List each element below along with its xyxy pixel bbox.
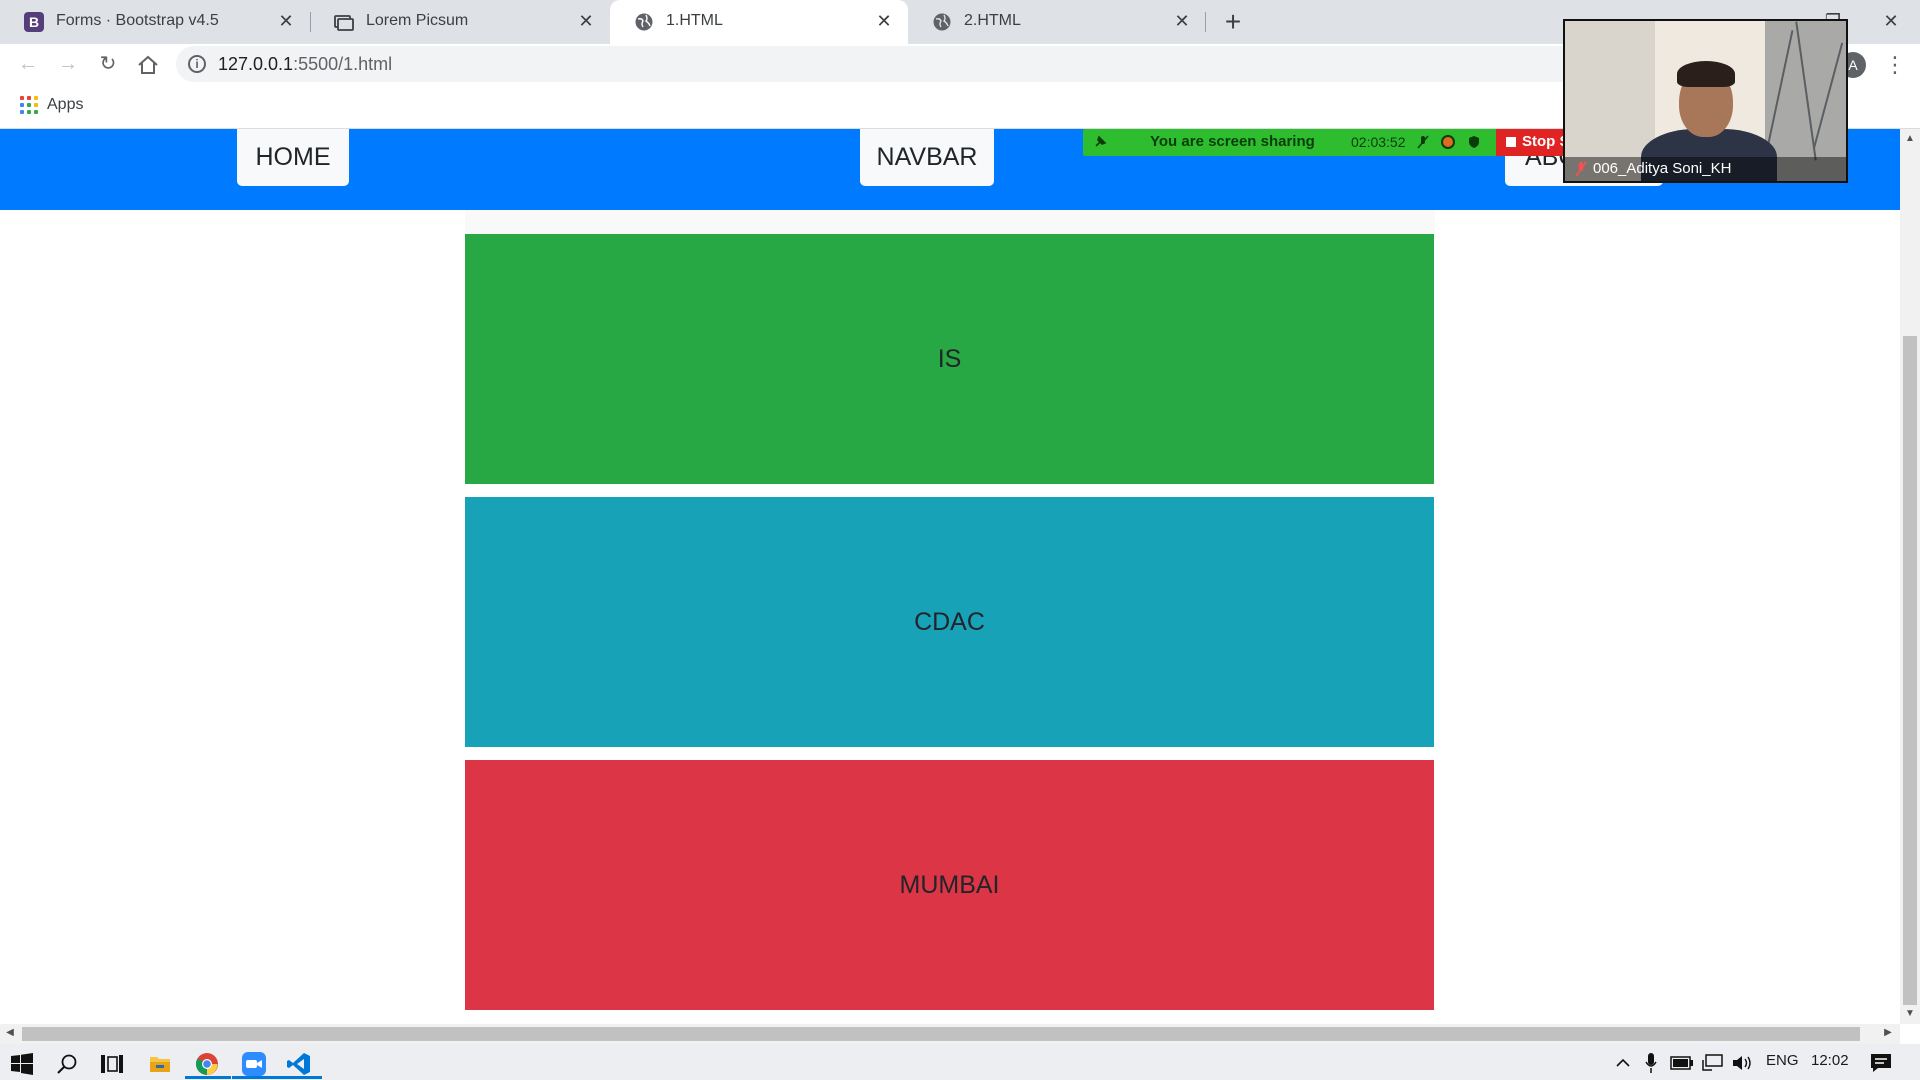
reload-icon[interactable]: ↻ [94,50,122,78]
tab-bootstrap-forms[interactable]: B Forms · Bootstrap v4.5 ✕ [0,0,310,44]
scroll-up-icon[interactable]: ▲ [1900,133,1920,144]
tab-title: Lorem Picsum [366,12,469,29]
tab-lorem-picsum[interactable]: Lorem Picsum ✕ [310,0,610,44]
globe-icon [933,13,951,31]
site-info-icon[interactable]: i [188,55,206,73]
vertical-scroll-thumb[interactable] [1903,336,1917,1005]
chrome-icon[interactable] [195,1052,219,1076]
new-tab-button[interactable]: + [1220,8,1246,36]
battery-icon[interactable] [1670,1056,1694,1070]
notification-icon[interactable] [1870,1053,1892,1073]
close-window-button[interactable]: ✕ [1876,6,1906,36]
block-mumbai: MUMBAI [465,760,1434,1010]
search-icon[interactable] [56,1053,78,1075]
zoom-app-icon[interactable] [242,1052,266,1076]
bookmark-apps[interactable]: Apps [47,96,83,114]
forward-arrow-icon[interactable]: → [54,50,82,78]
close-tab-icon[interactable]: ✕ [576,11,596,31]
record-icon[interactable] [1441,135,1455,149]
scroll-down-icon[interactable]: ▼ [1900,1008,1920,1019]
url-text[interactable]: 127.0.0.1:5500/1.html [218,54,392,75]
back-arrow-icon[interactable]: ← [14,50,42,78]
chevron-up-icon[interactable] [1615,1056,1631,1070]
container-top-strip [465,210,1435,234]
vscode-active-indicator [276,1076,322,1079]
nav-navbar-button[interactable]: NAVBAR [860,129,994,186]
url-host: 127.0.0.1 [218,54,294,74]
vscode-icon[interactable] [287,1052,311,1076]
home-icon[interactable] [137,55,159,75]
url-path: :5500/1.html [293,54,393,74]
picsum-icon [334,15,354,31]
language-indicator[interactable]: ENG [1766,1052,1799,1069]
block-is: IS [465,234,1434,484]
block-cdac: CDAC [465,497,1434,747]
participant-name: 006_Aditya Soni_KH [1593,160,1732,177]
page-viewport: HOME NAVBAR ABC IS CDAC MUMBAI [0,129,1900,1024]
apps-grid-icon[interactable] [20,96,38,114]
tab-1-html[interactable]: 1.HTML ✕ [610,0,908,44]
share-status-text: You are screen sharing [1150,133,1315,150]
taskbar-clock[interactable]: 12:02 [1811,1052,1849,1069]
globe-icon [635,13,653,31]
horizontal-scroll-thumb[interactable] [22,1027,1860,1041]
mic-muted-icon[interactable] [1416,135,1430,149]
shield-icon[interactable] [1467,135,1481,149]
close-tab-icon[interactable]: ✕ [874,11,894,31]
tab-title: Forms · Bootstrap v4.5 [56,12,219,29]
svg-text:B: B [29,14,39,30]
tab-title: 2.HTML [964,12,1021,29]
tab-2-html[interactable]: 2.HTML ✕ [908,0,1206,44]
task-view-icon[interactable] [100,1053,124,1075]
chrome-active-indicator [185,1076,231,1079]
nav-home-button[interactable]: HOME [237,129,349,186]
close-tab-icon[interactable]: ✕ [276,11,296,31]
scroll-right-icon[interactable]: ▶ [1878,1027,1898,1038]
participant-video[interactable] [1563,19,1848,183]
zoom-active-indicator [232,1076,278,1079]
network-icon[interactable] [1702,1054,1724,1072]
file-explorer-icon[interactable] [149,1054,171,1074]
volume-icon[interactable] [1732,1054,1754,1072]
windows-start-icon[interactable] [11,1053,33,1075]
browser-menu-icon[interactable]: ⋮ [1884,52,1906,78]
microphone-icon[interactable] [1644,1052,1658,1074]
close-tab-icon[interactable]: ✕ [1172,11,1192,31]
stop-icon [1506,137,1516,147]
tab-title: 1.HTML [666,12,723,29]
tab-separator [1205,12,1206,32]
participant-mic-muted-icon [1575,161,1587,177]
bootstrap-icon: B [24,12,44,32]
share-timer: 02:03:52 [1351,134,1406,150]
pin-icon[interactable] [1093,135,1107,149]
scroll-left-icon[interactable]: ◀ [0,1027,20,1038]
